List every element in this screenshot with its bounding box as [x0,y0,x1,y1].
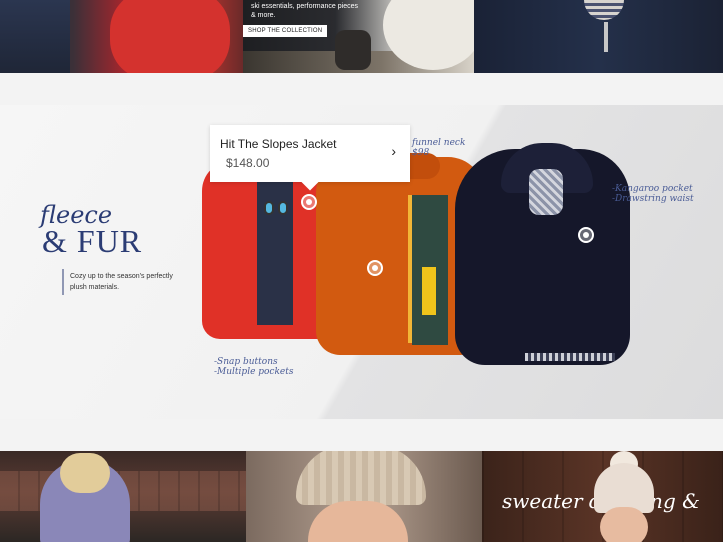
hotspot-navy-jacket[interactable] [578,227,594,243]
fleece-title-main: & FUR [42,223,143,259]
tooltip-product-price: $148.00 [226,156,270,170]
hotspot-orange-jacket[interactable] [367,260,383,276]
sunglasses-lens-left [264,201,274,215]
bottom-banner: sweater dressing & [0,451,723,542]
page: ski essentials, performance pieces & mor… [0,0,723,542]
knit-hat-graphic [296,451,426,505]
hotspot-red-jacket[interactable] [301,194,317,210]
bottom-banner-image-left[interactable] [0,451,246,542]
navy-jacket-cuff [525,353,615,361]
striped-collar-graphic [584,0,624,20]
navy-sleeve-graphic [0,0,70,73]
chevron-right-icon[interactable]: › [391,143,396,159]
top-banner-image-middle[interactable]: ski essentials, performance pieces & mor… [243,0,474,73]
top-banner-image-left[interactable] [0,0,243,73]
orange-jacket-zipper [408,195,412,343]
annotation-orange-jacket: funnel neck $98 [412,138,466,158]
fleece-description: Cozy up to the season's perfectly plush … [70,273,173,291]
model-face-graphic [308,501,408,542]
sunglasses-lens-right [278,201,288,215]
top-banner-image-right[interactable] [474,0,723,73]
red-fleece-graphic [110,0,230,73]
tooltip-product-name[interactable]: Hit The Slopes Jacket [220,137,337,151]
annotation-navy-jacket: -Kangaroo pocket -Drawstring waist [612,184,694,204]
knit-sweater-graphic [529,169,563,215]
navy-jacket-image[interactable] [455,143,630,365]
fleece-fur-section: fleece & FUR Cozy up to the season's per… [0,105,723,419]
bottom-banner-image-middle[interactable] [246,451,482,542]
model-hair-graphic [60,453,110,493]
model-face-graphic-right [600,507,648,542]
shop-the-collection-button[interactable]: SHOP THE COLLECTION [243,25,328,37]
orange-jacket-pocket [422,267,436,315]
product-tooltip[interactable]: Hit The Slopes Jacket $148.00 › [210,125,410,191]
bottom-banner-image-right[interactable]: sweater dressing & [482,451,723,542]
top-banner: ski essentials, performance pieces & mor… [0,0,723,73]
top-banner-description: ski essentials, performance pieces & mor… [251,3,358,19]
annotation-red-jacket: -Snap buttons -Multiple pockets [214,357,294,377]
boot-graphic [335,30,371,70]
description-rule [62,269,64,295]
red-jacket-inner [257,175,293,325]
zipper-graphic [604,22,608,52]
